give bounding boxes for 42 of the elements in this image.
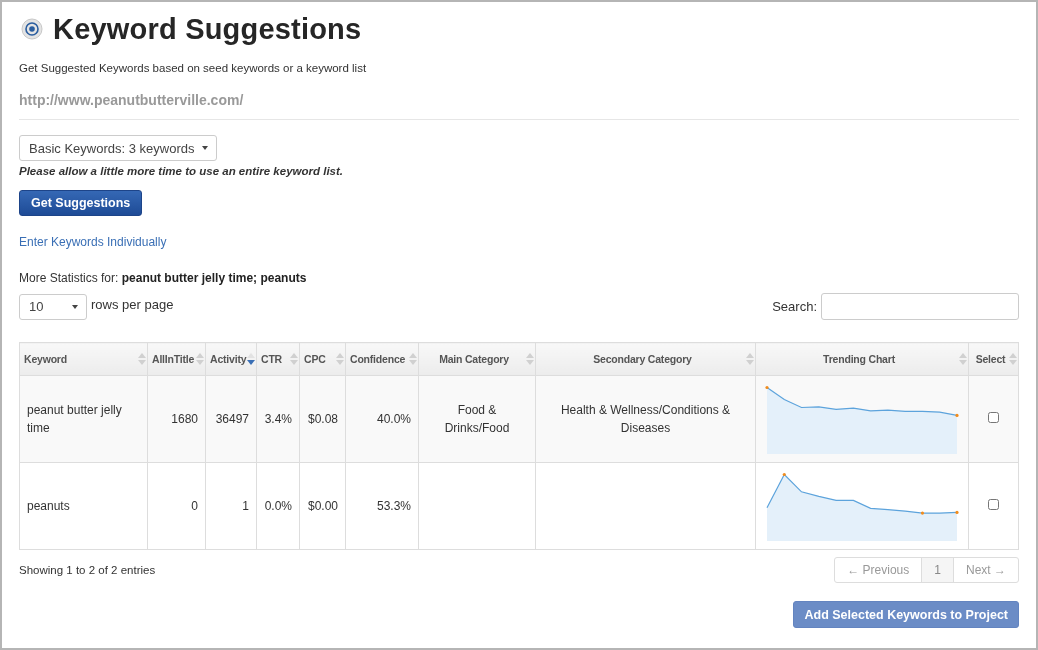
rows-per-page-dropdown[interactable]: 10 xyxy=(19,293,87,320)
entries-info: Showing 1 to 2 of 2 entries xyxy=(19,564,156,576)
table-cell: 1 xyxy=(242,499,249,513)
table-cell: $0.00 xyxy=(307,499,338,513)
column-header[interactable]: CPC xyxy=(299,342,346,376)
keyword-source-dropdown[interactable]: Basic Keywords: 3 keywords xyxy=(19,135,217,161)
caret-icon xyxy=(72,304,78,309)
enter-keywords-link[interactable]: Enter Keywords Individually xyxy=(19,235,167,249)
target-icon xyxy=(21,18,43,40)
page-title: Keyword Suggestions xyxy=(53,12,362,46)
table-cell: peanut butter jelly time xyxy=(27,403,122,435)
search-field[interactable] xyxy=(821,293,1019,320)
column-header[interactable]: Confidence xyxy=(345,342,419,376)
table-cell: $0.08 xyxy=(307,412,338,426)
column-header[interactable]: Main Category xyxy=(418,342,536,376)
table-cell: Food & Drinks/Food xyxy=(444,403,510,435)
column-header[interactable]: CTR xyxy=(256,342,300,376)
time-note: Please allow a little more time to use an entire keyword list. xyxy=(19,165,345,177)
table-cell: Health & Wellness/Conditions & Diseases xyxy=(560,403,731,435)
search-label: Search: xyxy=(772,299,817,314)
table-cell: 0 xyxy=(191,499,198,513)
caret-icon xyxy=(202,146,208,150)
column-header[interactable]: AllInTitle xyxy=(147,342,206,376)
column-header[interactable]: Secondary Category xyxy=(535,342,756,376)
column-header[interactable]: Trending Chart xyxy=(755,342,969,376)
select-checkbox[interactable] xyxy=(988,412,999,423)
table-cell: 53.3% xyxy=(376,499,411,513)
get-suggestions-button[interactable]: Get Suggestions xyxy=(19,190,143,216)
column-header[interactable]: Activity xyxy=(205,342,257,376)
table-cell: peanuts xyxy=(27,499,70,513)
site-url: http://www.peanutbutterville.com/ xyxy=(19,92,245,108)
table-cell: 1680 xyxy=(171,412,198,426)
column-header[interactable]: Select xyxy=(968,342,1019,376)
table-cell: 3.4% xyxy=(264,412,292,426)
statistics-text: More Statistics for: peanut butter jelly time; peanuts xyxy=(19,271,308,285)
table-cell: 40.0% xyxy=(376,412,411,426)
rows-per-page-label: rows per page xyxy=(91,297,174,312)
column-header[interactable]: Keyword xyxy=(19,342,148,376)
select-checkbox[interactable] xyxy=(988,499,999,510)
page-description: Get Suggested Keywords based on seed keywords or a keyword list xyxy=(19,62,368,74)
table-cell: 36497 xyxy=(215,412,249,426)
table-cell: 0.0% xyxy=(264,499,292,513)
